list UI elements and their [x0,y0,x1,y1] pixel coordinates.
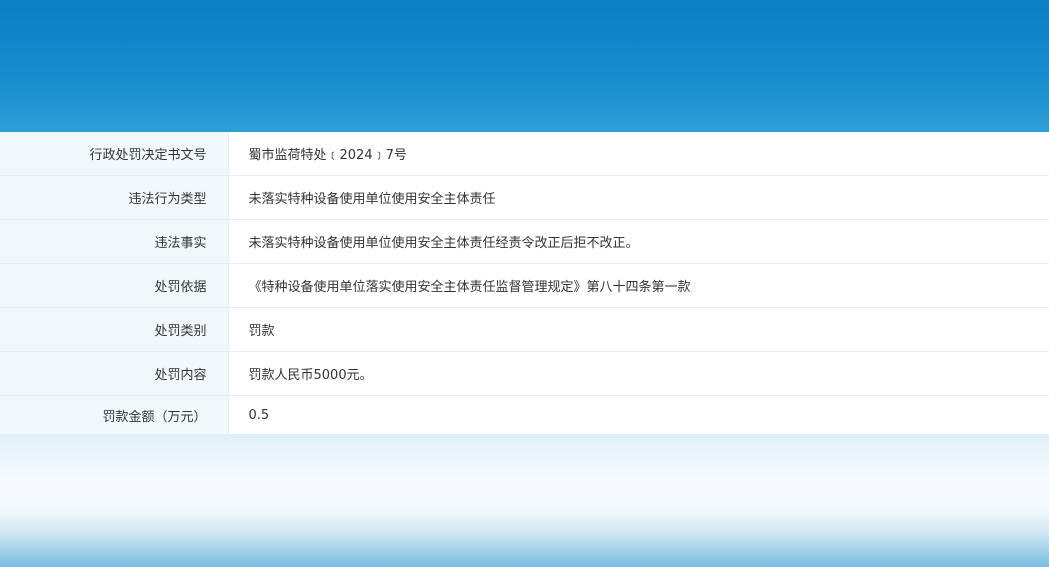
field-label: 违法事实 [154,236,207,251]
field-label-cell: 处罚内容 [0,351,229,396]
field-label: 违法行为类型 [128,192,207,207]
table-row: 行政处罚决定书文号 蜀市监荷特处﹝2024﹞7号 [0,132,1049,176]
field-label: 处罚依据 [154,280,207,295]
field-label: 行政处罚决定书文号 [89,148,207,163]
field-value: 罚款 [228,307,1049,352]
field-value: 罚款人民币5000元。 [228,351,1049,396]
field-label-cell: 违法事实 [0,219,229,264]
field-label-cell: 行政处罚决定书文号 [0,132,229,176]
field-value: 未落实特种设备使用单位使用安全主体责任 [228,175,1049,220]
field-label-cell: 罚款金额（万元） [0,395,229,435]
field-label-cell: 处罚类别 [0,307,229,352]
table-row: 罚款金额（万元） 0.5 [0,395,1049,435]
field-label-cell: 处罚依据 [0,263,229,308]
header-banner [0,0,1049,132]
table-row: 处罚类别 罚款 [0,307,1049,352]
table-row: 处罚内容 罚款人民币5000元。 [0,351,1049,396]
field-value: 0.5 [228,395,1049,435]
field-value: 《特种设备使用单位落实使用安全主体责任监督管理规定》第八十四条第一款 [228,263,1049,308]
footer-background [0,434,1049,567]
table-row: 违法事实 未落实特种设备使用单位使用安全主体责任经责令改正后拒不改正。 [0,219,1049,264]
field-value: 未落实特种设备使用单位使用安全主体责任经责令改正后拒不改正。 [228,219,1049,264]
table-row: 违法行为类型 未落实特种设备使用单位使用安全主体责任 [0,175,1049,220]
field-label: 罚款金额（万元） [102,410,207,425]
field-label: 处罚内容 [154,368,207,383]
penalty-info-table: 行政处罚决定书文号 蜀市监荷特处﹝2024﹞7号 违法行为类型 未落实特种设备使… [0,132,1049,435]
field-label-cell: 违法行为类型 [0,175,229,220]
field-value: 蜀市监荷特处﹝2024﹞7号 [228,132,1049,176]
field-label: 处罚类别 [154,324,207,339]
table-row: 处罚依据 《特种设备使用单位落实使用安全主体责任监督管理规定》第八十四条第一款 [0,263,1049,308]
